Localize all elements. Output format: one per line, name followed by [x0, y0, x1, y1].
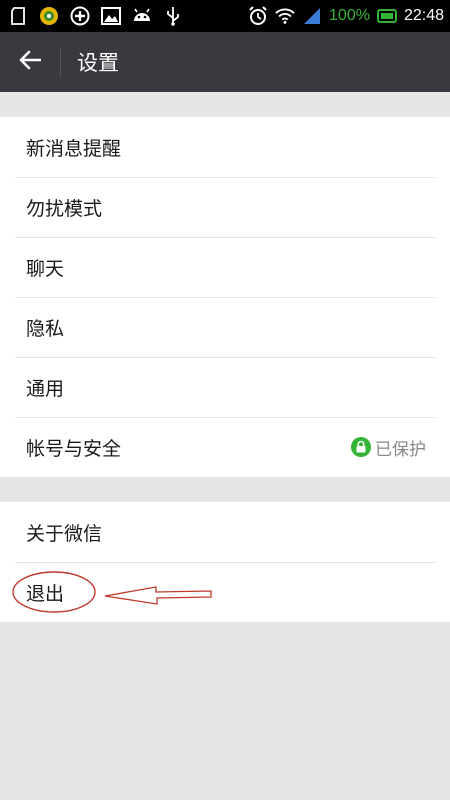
clock: 22:48 [403, 7, 444, 24]
image-icon [101, 6, 121, 26]
settings-group-secondary: 关于微信 退出 [0, 502, 450, 622]
settings-item-do-not-disturb[interactable]: 勿扰模式 [0, 177, 450, 237]
settings-item-label: 通用 [26, 377, 65, 400]
settings-item-label: 退出 [26, 582, 65, 605]
android-icon [132, 6, 152, 26]
settings-item-about-wechat[interactable]: 关于微信 [0, 502, 450, 562]
settings-item-general[interactable]: 通用 [0, 357, 450, 417]
lock-icon [351, 437, 371, 457]
alarm-icon [248, 6, 268, 26]
settings-item-privacy[interactable]: 隐私 [0, 297, 450, 357]
settings-group-main: 新消息提醒 勿扰模式 聊天 隐私 通用 帐号与安全 已保护 [0, 117, 450, 477]
sd-card-icon [8, 6, 28, 26]
add-circle-icon [70, 6, 90, 26]
settings-item-label: 关于微信 [26, 522, 103, 545]
title-bar: 设置 [0, 32, 450, 92]
settings-item-new-message-alerts[interactable]: 新消息提醒 [0, 117, 450, 177]
status-bar-right: 100% 22:48 [248, 6, 444, 26]
back-button[interactable] [0, 32, 60, 92]
battery-percent: 100% [329, 7, 370, 24]
settings-item-label: 聊天 [26, 257, 65, 280]
settings-item-account-security[interactable]: 帐号与安全 已保护 [0, 417, 450, 477]
settings-item-label: 帐号与安全 [26, 437, 122, 460]
signal-icon [302, 6, 322, 26]
settings-item-logout[interactable]: 退出 [0, 562, 450, 622]
settings-item-label: 新消息提醒 [26, 137, 122, 160]
status-text: 已保护 [375, 439, 426, 460]
battery-icon [376, 6, 397, 26]
wifi-icon [275, 6, 295, 26]
usb-icon [163, 6, 183, 26]
arrow-left-icon [19, 50, 42, 74]
page-title: 设置 [77, 51, 119, 75]
status-bar: 100% 22:48 [0, 0, 450, 32]
status-bar-left [8, 6, 183, 26]
app-badge-icon [39, 6, 59, 26]
settings-item-label: 隐私 [26, 317, 65, 340]
account-protection-status: 已保护 [351, 435, 426, 460]
settings-item-label: 勿扰模式 [26, 197, 103, 220]
title-divider [60, 47, 61, 77]
settings-item-chat[interactable]: 聊天 [0, 237, 450, 297]
